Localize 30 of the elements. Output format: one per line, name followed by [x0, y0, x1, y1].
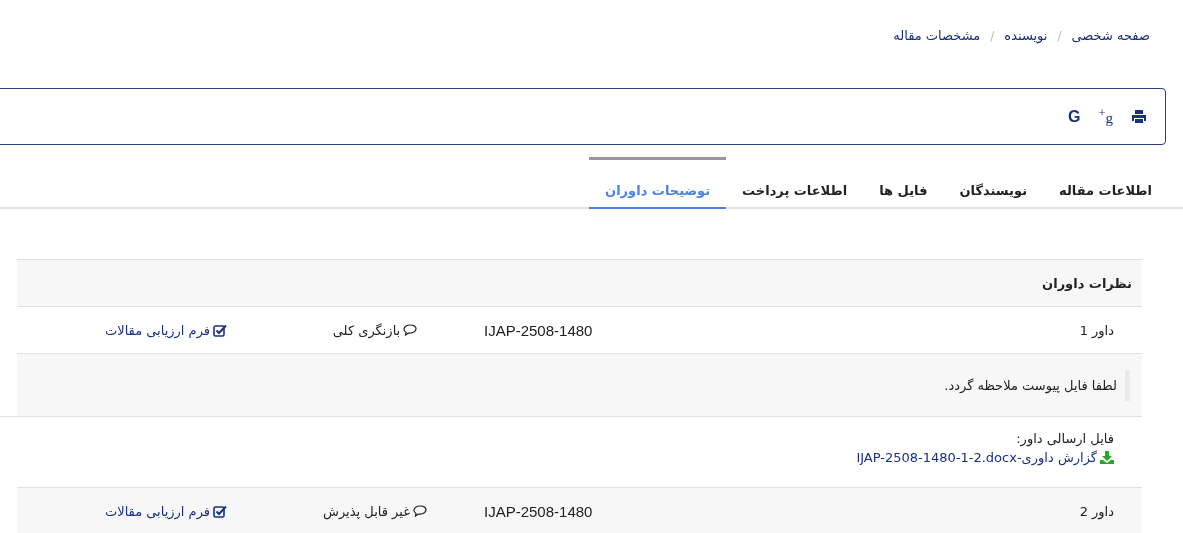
evaluation-form-link[interactable]: فرم ارزیابی مقالات	[17, 322, 228, 338]
article-code: IJAP-2508-1480	[484, 502, 593, 520]
comment-icon	[412, 505, 427, 517]
download-icon	[1100, 451, 1114, 464]
section-header: نظرات داوران	[17, 259, 1142, 307]
tab[interactable]: نویسندگان	[943, 157, 1043, 209]
decision-text: غیر قابل پذیرش	[323, 503, 410, 519]
breadcrumb-link[interactable]: مشخصات مقاله	[893, 28, 981, 43]
google-plus-icon[interactable]: g$^{+}$	[1098, 106, 1113, 127]
file-download-link[interactable]: گزارش داوری-IJAP-2508-1480-1-2.docx	[856, 450, 1114, 465]
comment-icon	[403, 324, 418, 336]
evaluation-form-link[interactable]: فرم ارزیابی مقالات	[17, 503, 228, 519]
article-code: IJAP-2508-1480	[484, 321, 593, 339]
breadcrumb-separator: /	[990, 28, 995, 43]
breadcrumb-separator: /	[1057, 28, 1062, 43]
reviewer-name: داور 2	[1079, 503, 1115, 519]
reviewer-name: داور 1	[1079, 322, 1115, 338]
decision-text: بازنگری کلی	[332, 322, 401, 338]
checkbox-icon	[213, 323, 228, 337]
review-comment: لطفا فایل پیوست ملاحظه گردد.	[936, 369, 1130, 401]
checkbox-icon	[213, 504, 228, 518]
tab[interactable]: توضیحات داوران	[589, 157, 727, 209]
print-icon[interactable]	[1131, 109, 1147, 124]
tab[interactable]: اطلاعات پرداخت	[726, 157, 864, 209]
google-icon[interactable]: G	[1068, 107, 1081, 126]
file-label: فایل ارسالی داور:	[1015, 431, 1114, 446]
tab[interactable]: فایل ها	[863, 157, 944, 209]
breadcrumb-link[interactable]: صفحه شخصی	[1071, 28, 1150, 43]
breadcrumb-link[interactable]: نویسنده	[1004, 28, 1048, 43]
tab[interactable]: اطلاعات مقاله	[1043, 157, 1152, 209]
